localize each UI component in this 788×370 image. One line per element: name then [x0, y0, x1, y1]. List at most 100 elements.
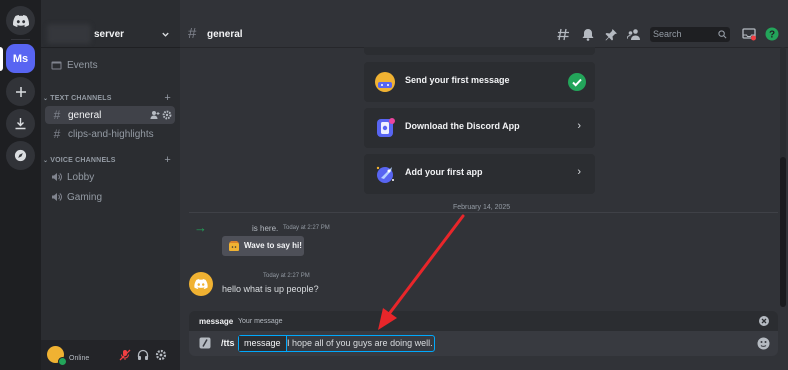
user-panel: Online	[41, 340, 180, 370]
gear-icon[interactable]	[162, 110, 172, 120]
channel-sidebar: server Events ⌄ TEXT CHANNELS + # genera…	[41, 0, 180, 370]
download-apps-button[interactable]	[6, 109, 35, 138]
app-rocket-icon	[376, 166, 394, 183]
download-icon	[15, 118, 26, 130]
user-settings-gear-icon[interactable]	[155, 349, 167, 361]
option-description: Your message	[238, 318, 283, 325]
hashtag-icon: #	[53, 108, 61, 122]
channel-label: clips-and-highlights	[68, 128, 154, 140]
search-input[interactable]: Search	[650, 27, 730, 42]
scrollbar-thumb[interactable]	[780, 157, 786, 307]
member-list-icon[interactable]	[627, 28, 640, 41]
wave-sticker-icon	[229, 241, 239, 251]
message-text: hello what is up people?	[222, 284, 319, 294]
join-text: is here.	[252, 224, 279, 233]
date-divider-line	[189, 212, 778, 213]
pin-icon[interactable]	[605, 28, 618, 41]
phone-download-icon	[377, 118, 395, 137]
channel-title: general	[207, 29, 243, 40]
plus-icon	[15, 86, 26, 97]
onboarding-label: Send your first message	[405, 75, 510, 85]
category-label: TEXT CHANNELS	[50, 95, 112, 102]
avatar[interactable]	[189, 272, 213, 296]
onboarding-item-download-app[interactable]: Download the Discord App ›	[364, 108, 595, 148]
command-option-header: message Your message	[189, 311, 778, 331]
scrollbar-track[interactable]	[780, 47, 786, 307]
channel-label: Gaming	[67, 191, 103, 203]
message-composer[interactable]: /tts message I hope all of you guys are …	[189, 331, 778, 356]
option-name: message	[199, 317, 234, 326]
chevron-down-icon: ⌄	[43, 158, 49, 164]
option-value: I hope all of you guys are doing well.	[287, 338, 433, 348]
sidebar-item-events[interactable]: Events	[45, 56, 175, 74]
onboarding-label: Download the Discord App	[405, 121, 520, 131]
date-divider-label: February 14, 2025	[448, 204, 516, 211]
server-icon-ms[interactable]: Ms	[6, 44, 35, 73]
chevron-right-icon: ›	[577, 166, 581, 178]
online-status-dot	[58, 357, 67, 366]
inbox-icon[interactable]	[742, 27, 756, 41]
chevron-down-icon	[162, 32, 169, 37]
category-voice-channels[interactable]: ⌄ VOICE CHANNELS +	[43, 154, 175, 166]
compass-icon	[14, 149, 27, 162]
help-icon[interactable]: ?	[765, 27, 779, 41]
active-server-indicator	[0, 47, 3, 71]
rail-divider	[11, 39, 30, 40]
wave-button[interactable]: Wave to say hi!	[222, 236, 304, 256]
server-initials: Ms	[12, 52, 29, 65]
chevron-down-icon: ⌄	[43, 96, 49, 102]
channel-header: # general Search ?	[180, 22, 788, 48]
sidebar-item-lobby[interactable]: Lobby	[45, 168, 175, 186]
onboarding-item-send-message[interactable]: Send your first message	[364, 62, 595, 102]
chevron-right-icon: ›	[577, 120, 581, 132]
category-text-channels[interactable]: ⌄ TEXT CHANNELS +	[43, 92, 175, 104]
slash-command-icon	[199, 337, 211, 349]
command-option-field[interactable]: message I hope all of you guys are doing…	[238, 335, 435, 352]
onboarding-label: Add your first app	[405, 167, 483, 177]
explore-servers-button[interactable]	[6, 141, 35, 170]
svg-text:?: ?	[769, 30, 775, 41]
close-icon[interactable]	[759, 316, 769, 326]
search-icon	[718, 30, 727, 39]
events-label: Events	[67, 59, 98, 71]
search-placeholder: Search	[653, 29, 682, 39]
bell-icon[interactable]	[582, 28, 594, 41]
threads-icon[interactable]	[557, 28, 570, 41]
server-rail: Ms	[0, 0, 41, 370]
join-arrow-icon: →	[194, 220, 207, 235]
create-channel-plus-icon[interactable]: +	[164, 92, 171, 104]
annotation-arrow	[378, 214, 465, 330]
category-label: VOICE CHANNELS	[50, 157, 116, 164]
emoji-icon[interactable]	[757, 337, 770, 350]
discord-home-button[interactable]	[6, 6, 35, 35]
speaker-icon	[52, 173, 62, 181]
mute-mic-icon[interactable]	[119, 349, 131, 361]
server-header[interactable]: server	[41, 22, 180, 48]
slash-command-name: /tts	[221, 338, 235, 348]
hashtag-icon: #	[53, 127, 61, 141]
channel-label: Lobby	[67, 171, 95, 183]
sidebar-item-gaming[interactable]: Gaming	[45, 188, 175, 206]
discord-logo-icon	[12, 14, 29, 27]
user-status-text: Online	[69, 355, 90, 362]
join-timestamp: Today at 2:27 PM	[283, 225, 330, 231]
channel-label: general	[68, 109, 102, 121]
onboarding-card-partial	[364, 47, 595, 55]
calendar-icon	[51, 61, 62, 70]
speaker-icon	[52, 193, 62, 201]
wave-button-label: Wave to say hi!	[244, 241, 302, 250]
sidebar-item-general[interactable]: # general	[45, 106, 175, 124]
option-chip: message	[239, 336, 287, 351]
headphones-icon[interactable]	[137, 349, 149, 361]
onboarding-item-add-app[interactable]: Add your first app ›	[364, 154, 595, 194]
sidebar-item-clips-and-highlights[interactable]: # clips-and-highlights	[45, 125, 175, 143]
chat-bubble-icon	[375, 72, 395, 92]
hashtag-icon: #	[188, 25, 197, 42]
discord-logo-icon	[194, 279, 208, 289]
add-server-button[interactable]	[6, 77, 35, 106]
invite-icon[interactable]	[150, 110, 160, 120]
checkmark-done-icon	[568, 73, 586, 91]
message-timestamp: Today at 2:27 PM	[263, 273, 310, 279]
create-channel-plus-icon[interactable]: +	[164, 154, 171, 166]
server-name: server	[94, 29, 125, 40]
